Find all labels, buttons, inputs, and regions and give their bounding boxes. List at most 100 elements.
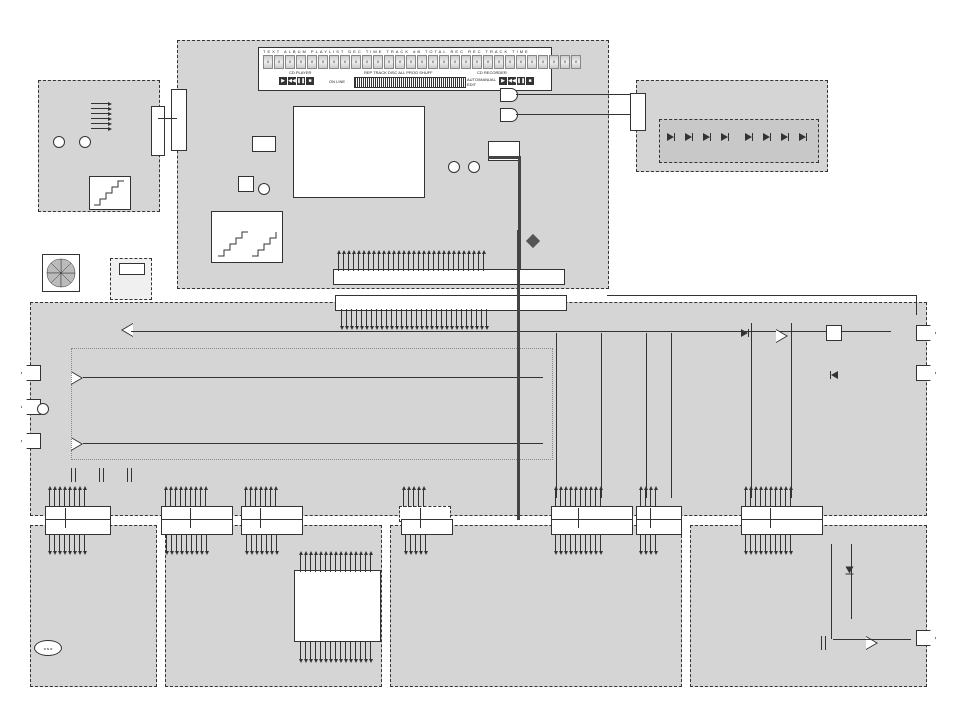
and-gate-1 <box>500 88 518 102</box>
conn-pb-1 <box>161 519 233 535</box>
and-gate-2 <box>500 108 518 122</box>
conn-hp-right <box>151 106 165 156</box>
jack-1 <box>53 136 65 148</box>
stop-icon: ■ <box>306 77 314 85</box>
pins-psu <box>49 534 85 552</box>
vd4 <box>671 333 672 498</box>
vd6 <box>791 323 792 498</box>
link-rec1 <box>420 508 421 528</box>
lcd-panel: TEXT ALBUM PLAYLIST DEC TIME TRACK dB TO… <box>258 47 552 91</box>
port-pm <box>916 630 936 646</box>
test-point <box>526 234 540 248</box>
block-sensor <box>636 80 828 172</box>
q2 <box>468 161 480 173</box>
vd5 <box>751 323 752 498</box>
block-playback <box>165 525 382 687</box>
pm-h1 <box>833 639 911 640</box>
seg-row: 88888 88888 88888 88888 88888 8888 <box>263 55 581 69</box>
conn-rec-2 <box>551 519 633 535</box>
cap-pm <box>821 636 823 650</box>
q1 <box>448 161 460 173</box>
link-pm <box>770 508 771 528</box>
conn-pm-1 <box>741 519 823 535</box>
ribbon-pins-bot <box>300 642 371 660</box>
vd2 <box>601 333 602 498</box>
link-pb2 <box>260 508 261 528</box>
d-pm <box>846 567 854 574</box>
ribbon-pb <box>294 570 381 642</box>
block-power-mech <box>690 525 927 687</box>
pins-rec1 <box>405 534 426 552</box>
reg-box <box>238 176 254 192</box>
conn-disp-bottom <box>333 269 565 285</box>
pm-v2 <box>851 544 852 619</box>
keypad-matrix <box>89 176 131 210</box>
pins-b1 <box>49 489 85 507</box>
vd1 <box>556 333 557 498</box>
lbl-top: TEXT ALBUM PLAYLIST DEC TIME TRACK dB TO… <box>263 49 530 54</box>
pins-rec2 <box>555 534 601 552</box>
link-rec2 <box>578 508 579 528</box>
pins-pm1 <box>745 534 791 552</box>
bus-h2 <box>83 377 543 378</box>
lbl-edit: EDIT <box>467 82 476 87</box>
osc-box <box>252 136 276 152</box>
pins-pb2 <box>246 534 277 552</box>
ribbon-pins-top <box>300 554 371 572</box>
pins-disp-bottom <box>338 253 484 271</box>
conn-sensor-left <box>630 93 646 131</box>
bus-thick-h <box>488 156 521 159</box>
conn-rec-1 <box>401 519 453 535</box>
note-oval: o s o <box>34 640 62 656</box>
link-pb1 <box>190 508 191 528</box>
w-and1 <box>516 94 631 95</box>
opto-in <box>37 403 49 415</box>
block-headphone-key <box>38 80 160 212</box>
bus-main-thick <box>517 230 520 520</box>
d6 <box>763 133 770 141</box>
conn-rec-3 <box>636 519 682 535</box>
adc-block <box>211 211 283 263</box>
long-top-bus <box>607 295 917 296</box>
pins-rec3 <box>640 534 656 552</box>
xtal <box>258 183 270 195</box>
lbl-mid: REP TRACK DISC ALL PROG SHUFF <box>364 70 433 75</box>
vd3 <box>646 333 647 498</box>
diode-array-box <box>659 119 819 163</box>
pins-hp <box>91 103 109 129</box>
d1 <box>667 133 674 141</box>
bus-hp-disp <box>158 118 177 119</box>
lbl-cdplayer: CD PLAYER <box>289 70 311 75</box>
d7 <box>781 133 788 141</box>
pins-b7 <box>745 489 791 507</box>
conn-pb-2 <box>241 519 303 535</box>
cap-1 <box>71 468 73 482</box>
pins-b4 <box>403 489 424 507</box>
port-out-3 <box>21 433 41 449</box>
d-zener <box>831 371 838 379</box>
d4 <box>721 133 728 141</box>
fan-conn <box>119 263 145 275</box>
opamp-3 <box>121 323 133 337</box>
bus-h3 <box>83 443 543 444</box>
opamp-r1 <box>776 329 788 343</box>
long-top-bus-drop <box>916 295 917 315</box>
pins-b3 <box>245 489 276 507</box>
jack-2 <box>79 136 91 148</box>
d-main-1 <box>741 329 748 337</box>
pins-b2 <box>165 489 206 507</box>
controller-ic <box>293 106 425 198</box>
conn-psu-top <box>45 519 111 535</box>
play-icons-right: ▶◀◀❚❚■ <box>499 77 534 85</box>
pins-main-top <box>341 309 487 327</box>
pm-v1 <box>831 544 832 639</box>
d8 <box>799 133 806 141</box>
port-r1 <box>916 325 936 341</box>
port-out-1 <box>21 365 41 381</box>
block-main <box>30 302 927 516</box>
block-record <box>390 525 682 687</box>
d3 <box>703 133 710 141</box>
play-icons-left: ▶ ◀◀ ❚❚ ■ <box>279 77 314 85</box>
pause-icon: ❚❚ <box>297 77 305 85</box>
rew-icon: ◀◀ <box>288 77 296 85</box>
